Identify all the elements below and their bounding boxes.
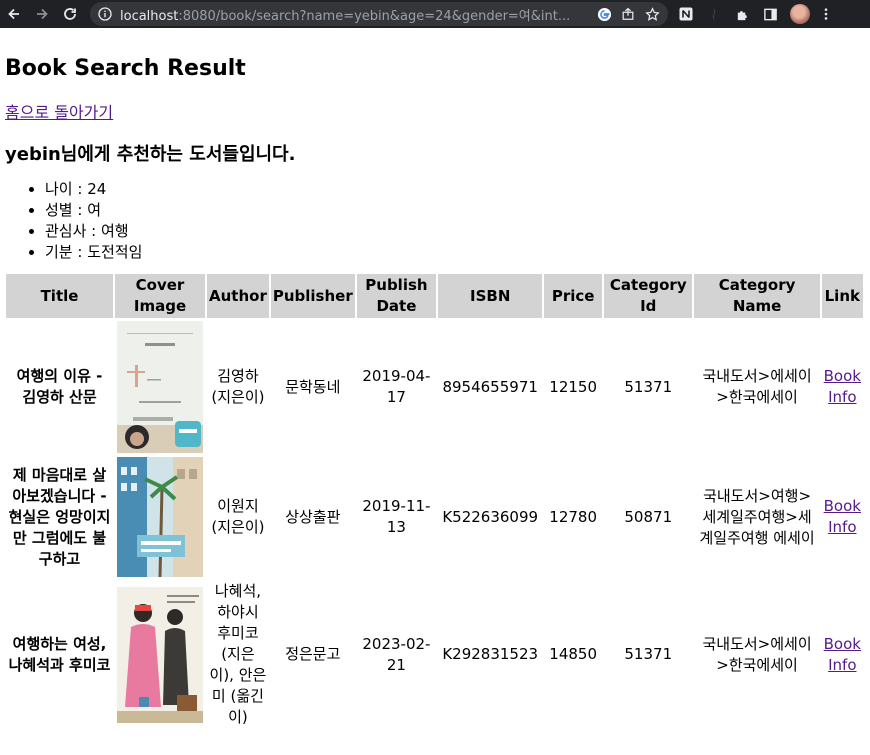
- header-cover-image: Cover Image: [115, 274, 206, 318]
- home-link[interactable]: 홈으로 돌아가기: [5, 103, 113, 123]
- menu-icon[interactable]: [816, 4, 836, 24]
- book-info-link[interactable]: Book Info: [824, 635, 861, 674]
- google-icon[interactable]: [596, 6, 612, 22]
- book-publisher: 정은문고: [285, 645, 341, 663]
- book-category-id: 51371: [624, 377, 673, 396]
- puzzle-extensions-icon[interactable]: [732, 4, 752, 24]
- forward-icon[interactable]: [28, 0, 56, 28]
- header-category-id: Category Id: [604, 274, 693, 318]
- profile-avatar[interactable]: [790, 4, 810, 24]
- table-row: 제 마음대로 살아보겠습니다 - 현실은 엉망이지만 그럼에도 불구하고 이원지…: [6, 456, 863, 578]
- user-profile-list: 나이 : 24 성별 : 여 관심사 : 여행 기분 : 도전적임: [5, 179, 865, 263]
- book-publisher: 문학동네: [285, 377, 341, 396]
- book-title: 제 마음대로 살아보겠습니다 - 현실은 엉망이지만 그럼에도 불구하고: [8, 465, 111, 568]
- book-info-link[interactable]: Book Info: [824, 497, 861, 536]
- book-cover-image: [117, 586, 204, 723]
- header-link: Link: [821, 274, 863, 318]
- header-author: Author: [207, 274, 269, 318]
- book-title: 여행의 이유 - 김영하 산문: [16, 367, 103, 406]
- book-category-name: 국내도서>에세이>한국에세이: [702, 634, 812, 674]
- book-isbn: K522636099: [442, 507, 539, 526]
- header-category-name: Category Name: [694, 274, 820, 318]
- book-publisher: 상상출판: [285, 507, 341, 526]
- url-host: localhost: [120, 8, 179, 24]
- browser-toolbar: localhost:8080/book/search?name=yebin&ag…: [0, 0, 870, 28]
- extension-icon[interactable]: [704, 4, 724, 24]
- book-cover-image: [117, 321, 204, 453]
- book-link-cell: Book Info: [822, 580, 863, 729]
- table-row: 여행하는 여성, 나혜석과 후미코 나혜석, 하야시 후미코 (지은이), 안은…: [6, 580, 863, 729]
- book-publish-date: 2019-11-13: [362, 497, 431, 536]
- cover-cell: [115, 320, 205, 454]
- book-link-cell: Book Info: [822, 456, 863, 578]
- cover-cell: [115, 580, 205, 729]
- page-content: Book Search Result 홈으로 돌아가기 yebin님에게 추천하…: [0, 55, 870, 731]
- book-info-link[interactable]: Book Info: [824, 367, 861, 406]
- book-category-name: 국내도서>여행>세계일주여행>세계일주여행 에세이: [699, 486, 815, 547]
- table-row: 여행의 이유 - 김영하 산문 김영하 (지은이) 문학동네 2019-04-1…: [6, 320, 863, 454]
- book-results-table: Title Cover Image Author Publisher Publi…: [4, 272, 865, 731]
- header-publish-date: Publish Date: [356, 274, 437, 318]
- notion-extension-icon[interactable]: [676, 4, 696, 24]
- cover-cell: [115, 456, 205, 578]
- share-icon[interactable]: [620, 6, 636, 22]
- book-author: 김영하 (지은이): [211, 367, 265, 406]
- page-title: Book Search Result: [5, 56, 246, 81]
- book-price: 12780: [549, 507, 597, 526]
- profile-mood: 기분 : 도전적임: [45, 242, 865, 263]
- profile-age: 나이 : 24: [45, 179, 865, 200]
- book-isbn: 8954655971: [442, 377, 538, 396]
- book-publish-date: 2023-02-21: [362, 634, 431, 674]
- profile-interest: 관심사 : 여행: [45, 221, 865, 242]
- book-publish-date: 2019-04-17: [362, 367, 431, 406]
- reload-icon[interactable]: [56, 0, 84, 28]
- header-title: Title: [6, 274, 114, 318]
- book-price: 12150: [549, 377, 597, 396]
- address-bar[interactable]: localhost:8080/book/search?name=yebin&ag…: [90, 2, 668, 26]
- book-link-cell: Book Info: [822, 320, 863, 454]
- header-publisher: Publisher: [270, 274, 355, 318]
- book-price: 14850: [549, 645, 597, 663]
- header-isbn: ISBN: [438, 274, 543, 318]
- book-title: 여행하는 여성, 나혜석과 후미코: [8, 634, 111, 674]
- book-cover-image: [117, 457, 204, 577]
- book-category-id: 51371: [624, 645, 673, 663]
- back-icon[interactable]: [0, 0, 28, 28]
- book-author: 나혜석, 하야시 후미코 (지은이), 안은미 (옮긴이): [209, 582, 267, 726]
- table-header-row: Title Cover Image Author Publisher Publi…: [6, 274, 863, 318]
- recommendation-heading: yebin님에게 추천하는 도서들입니다.: [5, 144, 296, 165]
- book-category-name: 국내도서>에세이>한국에세이: [702, 367, 812, 406]
- url-text[interactable]: localhost:8080/book/search?name=yebin&ag…: [120, 5, 588, 24]
- header-price: Price: [544, 274, 603, 318]
- site-info-icon[interactable]: [98, 7, 112, 21]
- side-panel-icon[interactable]: [760, 4, 780, 24]
- profile-gender: 성별 : 여: [45, 200, 865, 221]
- book-category-id: 50871: [624, 507, 673, 526]
- book-isbn: K292831523: [442, 645, 539, 663]
- bookmark-star-icon[interactable]: [644, 6, 660, 22]
- url-path: :8080/book/search?name=yebin&age=24&gend…: [178, 8, 571, 24]
- book-author: 이원지 (지은이): [211, 497, 265, 536]
